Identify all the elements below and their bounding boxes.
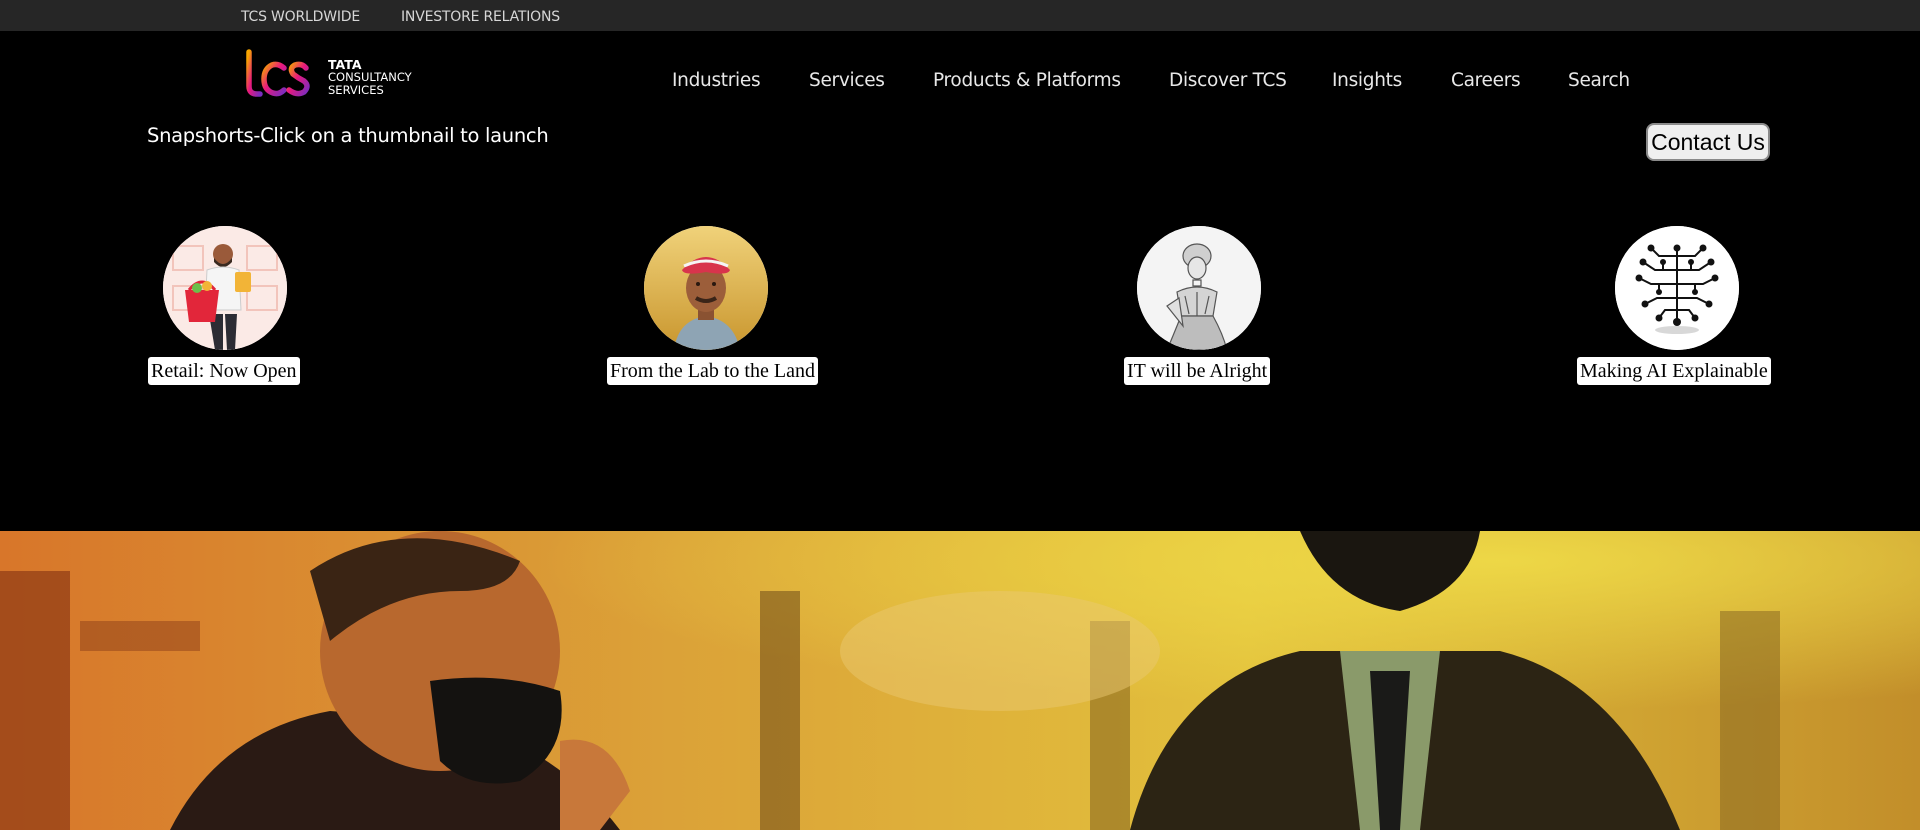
nav-item-careers[interactable]: Careers [1451, 70, 1521, 91]
nav-item-discover-tcs[interactable]: Discover TCS [1169, 70, 1287, 91]
snapshort-it-alright[interactable]: IT will be Alright [1124, 226, 1344, 386]
farmer-portrait[interactable] [644, 226, 768, 350]
snapshort-caption-it-alright[interactable]: IT will be Alright [1124, 357, 1271, 385]
tcs-worldwide-link[interactable]: TCS WORLDWIDE [241, 9, 360, 25]
victorian-woman-engraving[interactable] [1137, 226, 1261, 350]
snapshort-caption-lab-to-land[interactable]: From the Lab to the Land [607, 357, 818, 385]
snapshorts-title: Snapshorts-Click on a thumbnail to launc… [147, 124, 549, 147]
header: TATA CONSULTANCY SERVICES Industries Ser… [0, 31, 1920, 531]
masked-businessmen-meeting-photo [0, 531, 1920, 830]
circuit-brain-icon[interactable] [1615, 226, 1739, 350]
tcs-logo[interactable]: TATA CONSULTANCY SERVICES [240, 48, 420, 102]
tcs-logo-wordmark: TATA CONSULTANCY SERVICES [328, 58, 412, 97]
snapshort-lab-to-land[interactable]: From the Lab to the Land [604, 226, 824, 386]
snapshort-retail[interactable]: Retail: Now Open [147, 226, 367, 386]
hero-image [0, 531, 1920, 830]
nav-item-products-platforms[interactable]: Products & Platforms [933, 70, 1121, 91]
snapshort-caption-retail[interactable]: Retail: Now Open [148, 357, 300, 385]
top-utility-bar: TCS WORLDWIDE INVESTORE RELATIONS [0, 0, 1920, 31]
nav-item-insights[interactable]: Insights [1332, 70, 1402, 91]
snapshort-caption-ai-explainable[interactable]: Making AI Explainable [1577, 357, 1771, 385]
nav-item-services[interactable]: Services [809, 70, 885, 91]
nav-item-search[interactable]: Search [1568, 70, 1630, 91]
contact-us-button[interactable]: Contact Us [1646, 123, 1770, 161]
nav-item-industries[interactable]: Industries [672, 70, 761, 91]
logo-line-services: SERVICES [328, 83, 384, 97]
tcs-logo-mark [240, 49, 310, 97]
retail-shopper-illustration[interactable] [163, 226, 287, 350]
investor-relations-link[interactable]: INVESTORE RELATIONS [401, 9, 560, 25]
snapshort-ai-explainable[interactable]: Making AI Explainable [1577, 226, 1797, 386]
